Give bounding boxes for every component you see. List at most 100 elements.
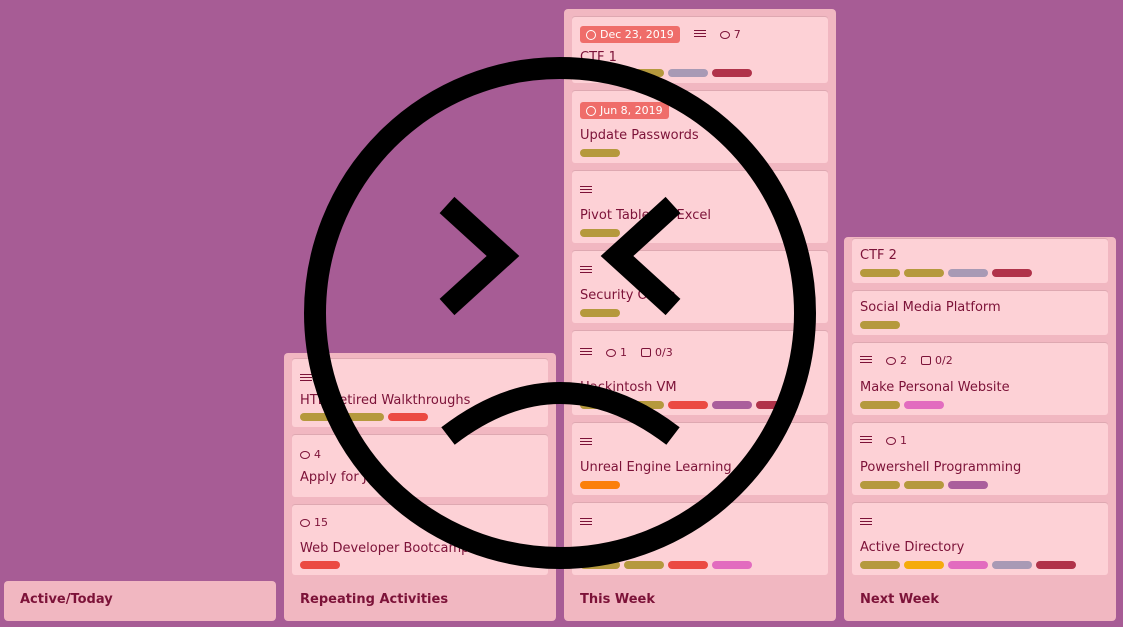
label-crimson bbox=[756, 401, 796, 409]
card-labels bbox=[860, 401, 944, 409]
card-pivot-tables-in-excel[interactable]: Pivot Tables in Excel bbox=[572, 171, 828, 243]
card-title: Active Directory bbox=[860, 540, 965, 555]
card-labels bbox=[580, 309, 620, 317]
board: Active/Today Repeating Activities Web De… bbox=[0, 0, 1123, 627]
description-icon bbox=[860, 436, 872, 445]
label-olive bbox=[300, 413, 340, 421]
card-unreal-engine-learning-title[interactable]: Unreal Engine Learning bbox=[572, 423, 828, 495]
card-badges: 4 bbox=[300, 448, 321, 461]
card-htb-retired-walkthroughs[interactable]: HTB Retired Walkthroughs bbox=[292, 359, 548, 427]
comment-icon bbox=[606, 348, 616, 357]
description-icon bbox=[580, 266, 592, 275]
card-title: CTF 2 bbox=[860, 248, 897, 263]
label-olive bbox=[580, 229, 620, 237]
card-badges: 15 bbox=[300, 516, 328, 529]
label-olive bbox=[860, 481, 900, 489]
label-olive bbox=[624, 69, 664, 77]
label-olive bbox=[624, 401, 664, 409]
checklist-badge: 0/2 bbox=[921, 354, 953, 367]
label-olive bbox=[860, 401, 900, 409]
card-title: CTF 1 bbox=[580, 50, 617, 65]
comments-badge: 1 bbox=[886, 434, 907, 447]
comment-count: 2 bbox=[900, 354, 907, 367]
card-badges: 1 0/3 bbox=[580, 346, 673, 359]
label-crimson bbox=[992, 269, 1032, 277]
comment-count: 4 bbox=[314, 448, 321, 461]
card-labels bbox=[580, 561, 752, 569]
checklist-icon bbox=[921, 356, 931, 365]
card-badges: Dec 23, 2019 7 bbox=[580, 26, 741, 43]
label-red bbox=[668, 401, 708, 409]
card-title: HTB Retired Walkthroughs bbox=[300, 393, 471, 408]
label-olive bbox=[860, 321, 900, 329]
comment-icon bbox=[300, 450, 310, 459]
card-apply-for-jobs[interactable]: Apply for Jobs 4 bbox=[292, 435, 548, 497]
label-pink bbox=[904, 401, 944, 409]
list-title[interactable]: Repeating Activities bbox=[300, 592, 448, 607]
clock-icon bbox=[586, 105, 596, 116]
label-red bbox=[388, 413, 428, 421]
comments-badge: 15 bbox=[300, 516, 328, 529]
label-crimson bbox=[712, 69, 752, 77]
card-badges bbox=[580, 438, 592, 447]
label-purple bbox=[712, 401, 752, 409]
card-web-developer-bootcamp[interactable]: Web Developer Bootcamp 15 bbox=[292, 505, 548, 575]
card-title: Security Onion bbox=[580, 288, 676, 303]
label-orange bbox=[580, 481, 620, 489]
card-update-passwords[interactable]: Update Passwords Jun 8, 2019 bbox=[572, 91, 828, 163]
card-ctf-2[interactable]: CTF 2 bbox=[852, 239, 1108, 283]
card-badges: 1 bbox=[860, 434, 907, 447]
card-unreal-engine-learning[interactable]: Unreal Engine Learning bbox=[572, 503, 828, 575]
card-powershell-programming[interactable]: Powershell Programming 1 bbox=[852, 423, 1108, 495]
label-olive bbox=[580, 561, 620, 569]
list-repeating-activities[interactable]: Repeating Activities Web Developer Bootc… bbox=[284, 353, 556, 621]
card-labels bbox=[860, 321, 900, 329]
list-this-week[interactable]: This Week Unreal Engine Learning Unreal … bbox=[564, 9, 836, 621]
list-title[interactable]: Next Week bbox=[860, 592, 939, 607]
card-labels bbox=[300, 561, 340, 569]
label-grey bbox=[948, 269, 988, 277]
due-date: Jun 8, 2019 bbox=[600, 104, 663, 117]
card-badges bbox=[580, 186, 592, 195]
clock-icon bbox=[586, 29, 596, 40]
label-olive bbox=[580, 149, 620, 157]
comment-count: 15 bbox=[314, 516, 328, 529]
card-badges bbox=[580, 518, 592, 527]
label-grey bbox=[668, 69, 708, 77]
card-title: Apply for Jobs bbox=[300, 470, 390, 485]
list-title[interactable]: Active/Today bbox=[20, 592, 113, 607]
list-next-week[interactable]: Next Week Active Directory Powershell Pr… bbox=[844, 237, 1116, 621]
checklist-count: 0/3 bbox=[655, 346, 673, 359]
card-title: Update Passwords bbox=[580, 128, 699, 143]
card-title: Pivot Tables in Excel bbox=[580, 208, 711, 223]
card-badges bbox=[300, 374, 312, 383]
description-icon bbox=[580, 186, 592, 195]
card-security-onion[interactable]: Security Onion bbox=[572, 251, 828, 323]
label-crimson bbox=[1036, 561, 1076, 569]
label-olive bbox=[904, 269, 944, 277]
card-labels bbox=[860, 481, 988, 489]
due-date: Dec 23, 2019 bbox=[600, 28, 674, 41]
card-make-personal-website[interactable]: Make Personal Website 2 0/2 bbox=[852, 343, 1108, 415]
label-purple bbox=[948, 481, 988, 489]
card-social-media-platform[interactable]: Social Media Platform bbox=[852, 291, 1108, 335]
comment-icon bbox=[719, 30, 730, 39]
comments-badge: 4 bbox=[300, 448, 321, 461]
card-ctf-1[interactable]: CTF 1 Dec 23, 2019 7 bbox=[572, 17, 828, 83]
card-labels bbox=[580, 149, 620, 157]
card-badges bbox=[860, 518, 872, 527]
label-olive bbox=[580, 309, 620, 317]
list-title[interactable]: This Week bbox=[580, 592, 655, 607]
label-red bbox=[668, 561, 708, 569]
label-pink bbox=[712, 561, 752, 569]
card-active-directory[interactable]: Active Directory bbox=[852, 503, 1108, 575]
label-olive bbox=[344, 413, 384, 421]
card-labels bbox=[860, 561, 1076, 569]
card-badges: 2 0/2 bbox=[860, 354, 953, 367]
comment-icon bbox=[886, 356, 896, 365]
card-title: Social Media Platform bbox=[860, 300, 1001, 315]
card-hackintosh-vm[interactable]: Hackintosh VM 1 0/3 bbox=[572, 331, 828, 415]
label-olive bbox=[860, 561, 900, 569]
checklist-icon bbox=[641, 348, 651, 357]
list-active-today[interactable]: Active/Today bbox=[4, 581, 276, 621]
